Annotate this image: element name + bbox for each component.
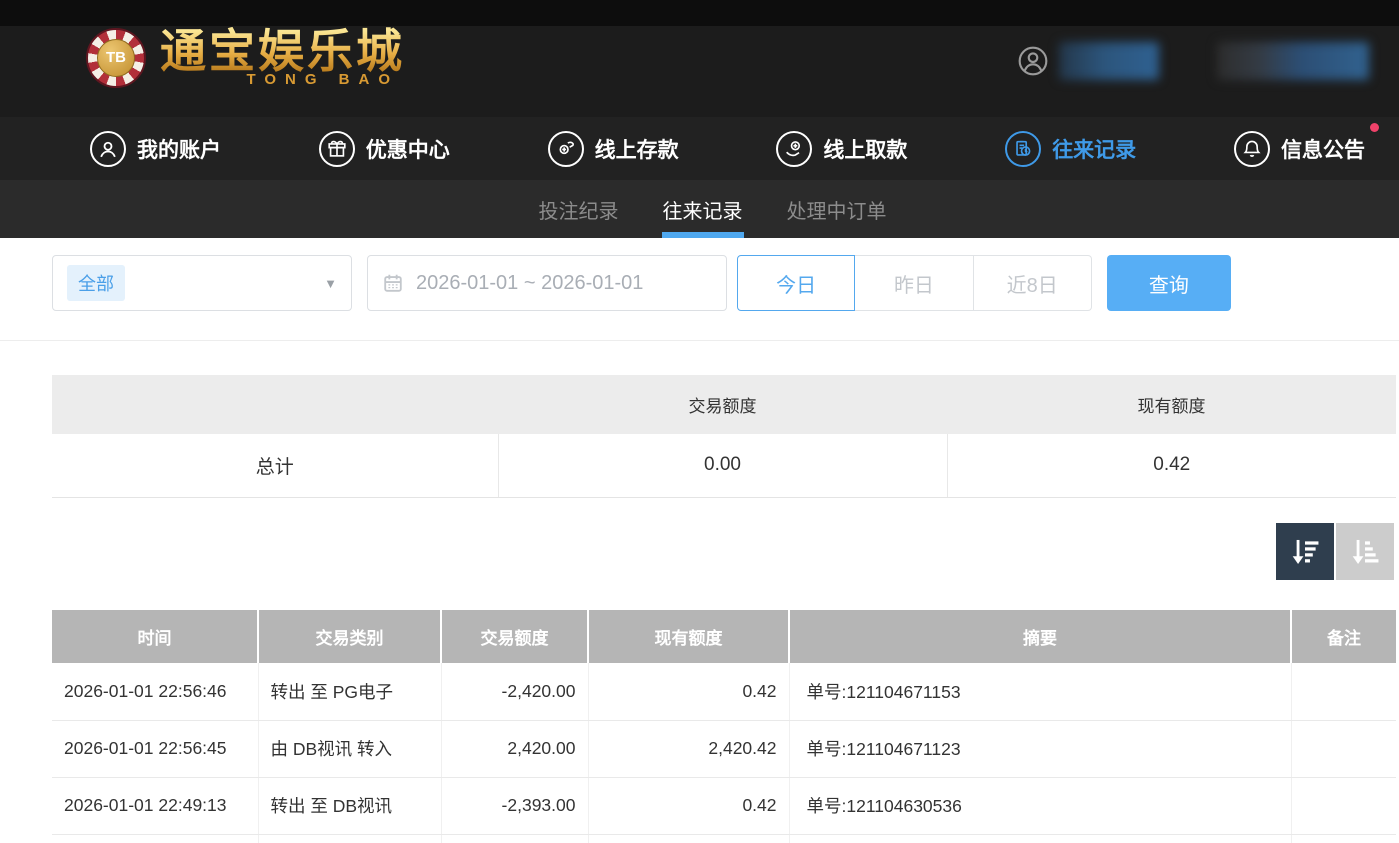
summary-header-row: 交易额度 现有额度 (52, 375, 1396, 434)
col-header-remark: 备注 (1291, 610, 1396, 663)
date-range-value: 2026-01-01 ~ 2026-01-01 (416, 272, 643, 295)
transactions-table: 时间交易类别交易额度现有额度摘要备注 2026-01-01 22:56:46转出… (52, 610, 1396, 843)
cell-summary: 单号:121104630536 (789, 777, 1291, 834)
logo[interactable]: TB 通宝娱乐城 TONG BAO (86, 27, 405, 88)
bell-icon (1234, 131, 1270, 167)
cell-trade-type: 转出 至 DB视讯 (258, 777, 441, 834)
app-header: TB 通宝娱乐城 TONG BAO (0, 0, 1399, 117)
deposit-icon (548, 131, 584, 167)
category-select[interactable]: 全部 ▼ (52, 255, 352, 311)
top-strip (0, 0, 1399, 26)
main-nav: 我的账户 优惠中心 线上存款 线上取款 往来记录 信息公告 (0, 117, 1399, 180)
table-row: 2026-01-01 22:56:46转出 至 PG电子-2,420.000.4… (52, 663, 1396, 720)
summary-header-trade-amount: 交易额度 (498, 375, 947, 434)
cell-summary (789, 834, 1291, 843)
summary-table: 交易额度 现有额度 总计 0.00 0.42 (52, 375, 1396, 498)
col-header-trade-amount: 交易额度 (441, 610, 588, 663)
gift-icon (319, 131, 355, 167)
user-icon (90, 131, 126, 167)
tab-bet-records[interactable]: 投注纪录 (539, 180, 619, 238)
table-row: 2026-01-01 22:49:13转出 至 DB视讯-2,393.000.4… (52, 777, 1396, 834)
cell-remark (1291, 663, 1396, 720)
nav-item-label: 信息公告 (1281, 134, 1365, 164)
query-button[interactable]: 查询 (1107, 255, 1231, 311)
category-selected-tag: 全部 (67, 265, 125, 301)
summary-header-empty (52, 375, 498, 434)
notification-dot (1370, 123, 1379, 132)
cell-remark (1291, 720, 1396, 777)
summary-total-row: 总计 0.00 0.42 (52, 434, 1396, 497)
tab-transaction-records[interactable]: 往来记录 (663, 180, 743, 238)
cell-remark (1291, 834, 1396, 843)
record-tabs: 投注纪录往来记录处理中订单 (0, 180, 1399, 238)
cell-remark (1291, 777, 1396, 834)
nav-item-records[interactable]: 往来记录 (1005, 131, 1136, 167)
cell-trade-amount: 2,420.00 (441, 720, 588, 777)
col-header-time: 时间 (52, 610, 258, 663)
cell-trade-amount: -2,420.00 (441, 663, 588, 720)
range-button-yesterday[interactable]: 昨日 (855, 255, 973, 311)
logo-text: 通宝娱乐城 TONG BAO (160, 27, 405, 88)
cell-trade-amount: -2,393.00 (441, 777, 588, 834)
cell-current-balance (588, 834, 789, 843)
cell-trade-type: 由 DB视讯 转入 (258, 720, 441, 777)
redacted-balance (1217, 42, 1369, 80)
nav-item-label: 往来记录 (1052, 134, 1136, 164)
cell-trade-type (258, 834, 441, 843)
withdraw-icon (776, 131, 812, 167)
nav-item-label: 我的账户 (137, 134, 221, 164)
cell-current-balance: 2,420.42 (588, 720, 789, 777)
col-header-current-balance: 现有额度 (588, 610, 789, 663)
summary-total-trade-amount: 0.00 (498, 434, 947, 497)
user-area (1017, 42, 1369, 80)
caret-down-icon: ▼ (324, 276, 337, 291)
nav-item-label: 优惠中心 (366, 134, 450, 164)
cell-summary: 单号:121104671153 (789, 663, 1291, 720)
records-icon (1005, 131, 1041, 167)
summary-total-label: 总计 (52, 434, 498, 497)
cell-trade-type: 转出 至 PG电子 (258, 663, 441, 720)
filter-bar: 全部 ▼ 2026-01-01 ~ 2026-01-01 今日昨日近8日 查询 (52, 255, 1231, 311)
nav-item-deposit[interactable]: 线上存款 (548, 131, 679, 167)
cell-trade-amount (441, 834, 588, 843)
date-range-input[interactable]: 2026-01-01 ~ 2026-01-01 (367, 255, 727, 311)
redacted-username (1059, 42, 1159, 80)
calendar-icon (382, 272, 404, 294)
nav-item-promotions[interactable]: 优惠中心 (319, 131, 450, 167)
chip-monogram: TB (97, 39, 135, 77)
nav-item-label: 线上取款 (823, 134, 907, 164)
col-header-summary: 摘要 (789, 610, 1291, 663)
col-header-trade-type: 交易类别 (258, 610, 441, 663)
sort-controls (1276, 523, 1394, 580)
nav-item-my-account[interactable]: 我的账户 (90, 131, 221, 167)
cell-time: 2026-01-01 22:49:13 (52, 777, 258, 834)
range-button-today[interactable]: 今日 (737, 255, 855, 311)
logo-subtitle: TONG BAO (246, 71, 399, 88)
transactions-header-row: 时间交易类别交易额度现有额度摘要备注 (52, 610, 1396, 663)
user-avatar-icon (1017, 45, 1049, 77)
summary-header-current-balance: 现有额度 (947, 375, 1396, 434)
casino-chip-icon: TB (86, 28, 146, 88)
table-row (52, 834, 1396, 843)
sort-descending-button[interactable] (1276, 523, 1334, 580)
cell-summary: 单号:121104671123 (789, 720, 1291, 777)
sort-ascending-button[interactable] (1336, 523, 1394, 580)
cell-time: 2026-01-01 22:56:46 (52, 663, 258, 720)
quick-range-group: 今日昨日近8日 (737, 255, 1092, 311)
nav-item-withdraw[interactable]: 线上取款 (776, 131, 907, 167)
section-divider (0, 340, 1399, 341)
nav-item-label: 线上存款 (595, 134, 679, 164)
cell-time: 2026-01-01 22:56:45 (52, 720, 258, 777)
cell-time (52, 834, 258, 843)
nav-item-notices[interactable]: 信息公告 (1234, 131, 1365, 167)
summary-total-current-balance: 0.42 (947, 434, 1396, 497)
page: TB 通宝娱乐城 TONG BAO 我的账户优惠中心线上存款线上取款往来记录信息… (0, 0, 1399, 843)
logo-title: 通宝娱乐城 (160, 27, 405, 75)
table-row: 2026-01-01 22:56:45由 DB视讯 转入2,420.002,42… (52, 720, 1396, 777)
tab-processing-orders[interactable]: 处理中订单 (787, 180, 887, 238)
range-button-last-8-days[interactable]: 近8日 (974, 255, 1092, 311)
cell-current-balance: 0.42 (588, 663, 789, 720)
cell-current-balance: 0.42 (588, 777, 789, 834)
